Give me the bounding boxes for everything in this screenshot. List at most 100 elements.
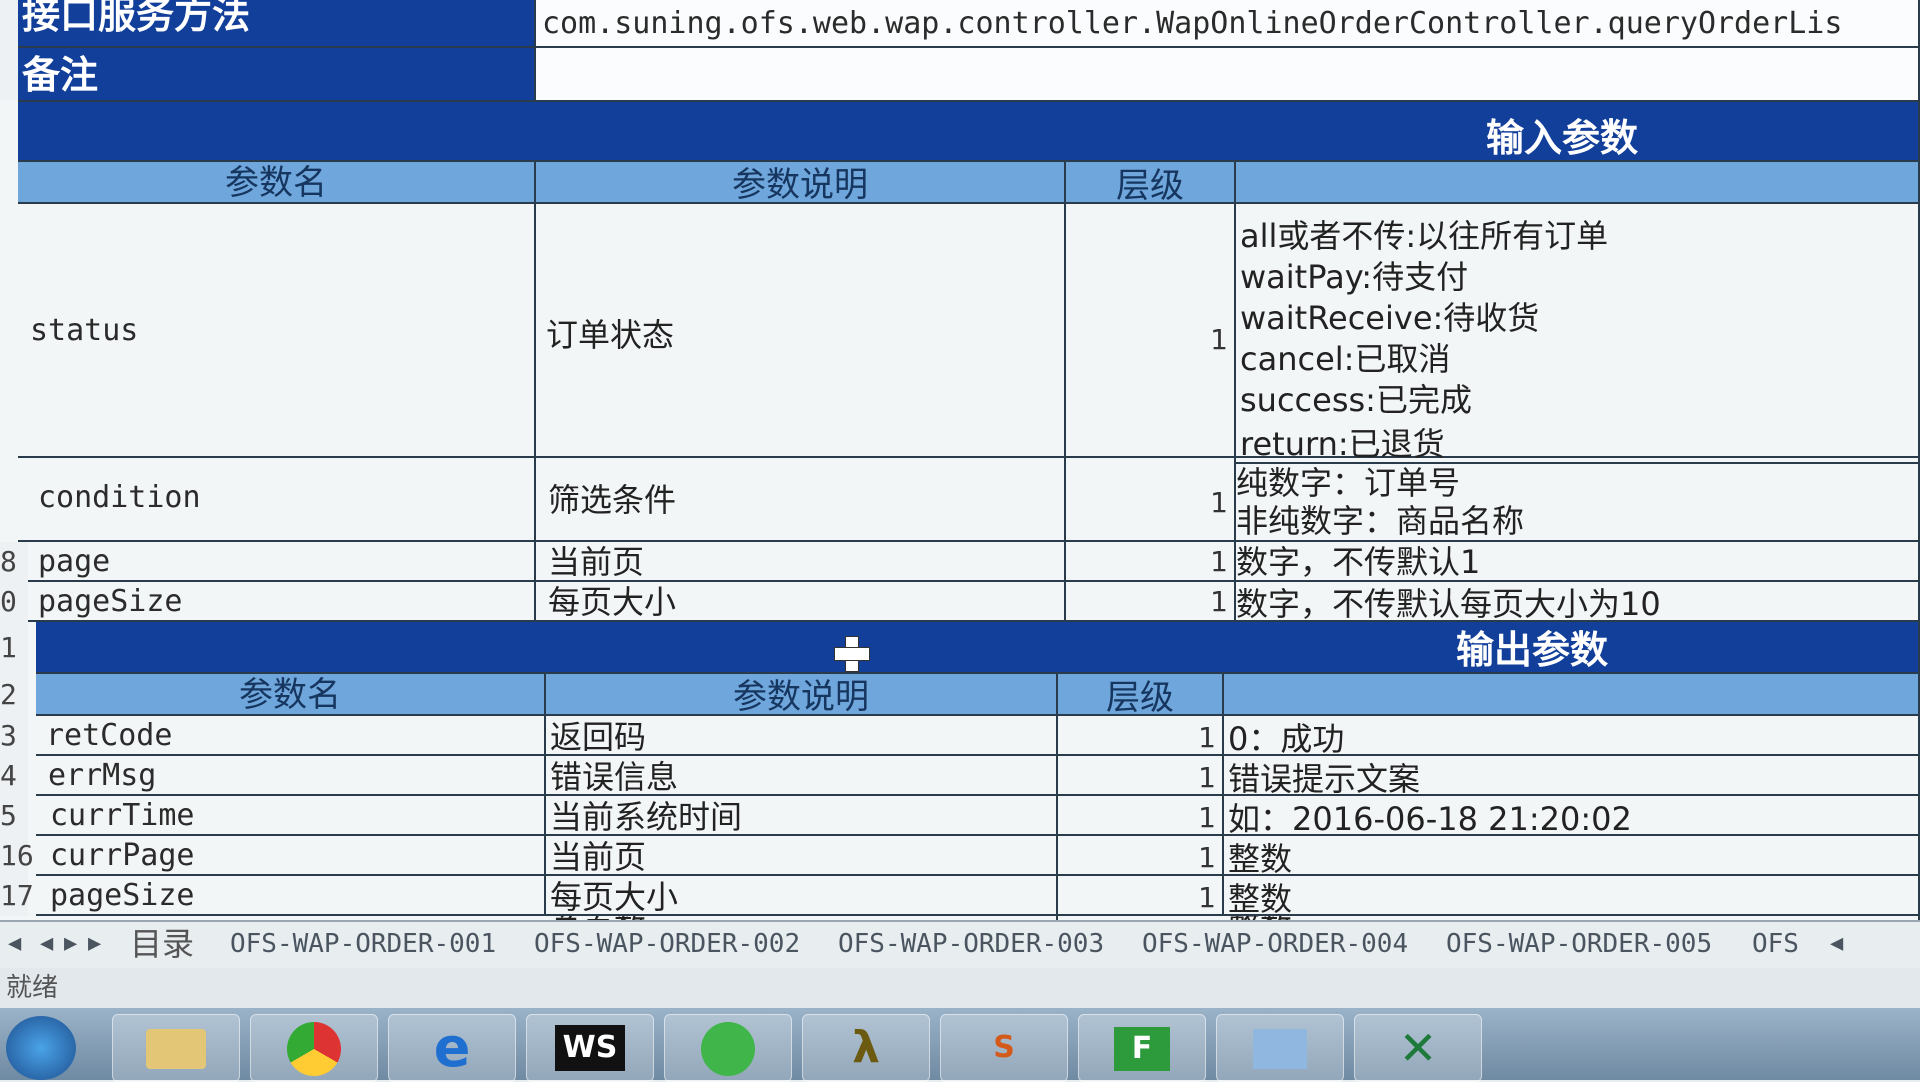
note-line: waitPay:待支付 [1240, 258, 1469, 296]
output-section-title: 输出参数 [1455, 628, 1608, 672]
table-row-desc[interactable]: 错误信息 [546, 756, 1058, 796]
row-number[interactable]: 0 [0, 582, 28, 622]
header-text: 层级 [1116, 166, 1184, 204]
tab-ofs-wap-order-005[interactable]: OFS-WAP-ORDER-005 [1446, 922, 1712, 966]
output-section-title-cell[interactable]: 输出参数 [36, 622, 1920, 674]
table-row-desc[interactable]: 当前页 [536, 542, 1066, 582]
table-row-desc[interactable]: 筛选条件 [536, 458, 1066, 542]
table-row-name[interactable]: currPage [36, 836, 546, 876]
table-row-name[interactable]: status [18, 204, 536, 458]
remark-label-cell[interactable]: 备注 [18, 48, 536, 102]
row-number[interactable]: 5 [0, 796, 28, 836]
header-text: 参数名 [239, 675, 341, 715]
param-desc: 每页大小 [548, 583, 677, 621]
output-header-level[interactable]: 层级 [1058, 674, 1224, 716]
input-header-name[interactable]: 参数名 [18, 162, 536, 204]
table-row-desc[interactable]: 当前系统时间 [546, 796, 1058, 836]
table-row-note[interactable]: 错误提示文案 [1224, 756, 1920, 796]
row-number[interactable]: 2 [0, 674, 28, 716]
green-app-icon[interactable] [664, 1014, 792, 1082]
table-row-note[interactable]: 纯数字：订单号 非纯数字：商品名称 [1236, 464, 1920, 542]
param-name: currPage [50, 838, 195, 873]
input-section-title-cell[interactable]: 输入参数 [18, 102, 1920, 162]
table-row-name[interactable]: pageSize [36, 876, 546, 916]
table-row-level[interactable]: 1 [1058, 836, 1224, 876]
output-header-name[interactable]: 参数名 [36, 674, 546, 716]
tab-ofs-wap-order-002[interactable]: OFS-WAP-ORDER-002 [534, 922, 800, 966]
table-row-note[interactable]: 整数 [1224, 876, 1920, 916]
spreadsheet[interactable]: 接口服务方法 com.suning.ofs.web.wap.controller… [0, 0, 1920, 955]
table-row-desc[interactable]: 每页大小 [546, 876, 1058, 916]
table-row-level[interactable]: 1 [1066, 458, 1236, 542]
table-row-level[interactable]: 1 [1058, 796, 1224, 836]
tab-ofs-more[interactable]: OFS [1752, 922, 1799, 966]
excel-icon[interactable]: ✕ [1354, 1014, 1482, 1082]
table-row-name[interactable]: pageSize [28, 582, 536, 622]
tab-scroll-next-icon[interactable]: ▶ [64, 922, 77, 966]
tab-scroll-first-icon[interactable]: ◀ [8, 922, 21, 966]
table-row-desc[interactable]: 每页大小 [536, 582, 1066, 622]
table-row-level[interactable]: 1 [1058, 876, 1224, 916]
table-row-level[interactable]: 1 [1066, 582, 1236, 622]
table-row-name[interactable]: page [28, 542, 536, 582]
row-number[interactable]: 16 [0, 836, 34, 876]
input-header-desc[interactable]: 参数说明 [536, 162, 1066, 204]
param-name: condition [38, 480, 201, 515]
remark-value-cell[interactable] [536, 48, 1920, 102]
param-name: retCode [46, 718, 173, 753]
tab-ofs-wap-order-003[interactable]: OFS-WAP-ORDER-003 [838, 922, 1104, 966]
param-name: currTime [50, 798, 195, 833]
table-row-note[interactable]: all或者不传:以往所有订单 waitPay:待支付 waitReceive:待… [1236, 204, 1920, 458]
table-row-note[interactable]: 整数 [1224, 836, 1920, 876]
remark-label: 备注 [22, 53, 99, 97]
row-number[interactable]: 4 [0, 756, 28, 796]
table-row-level[interactable]: 1 [1058, 716, 1224, 756]
method-value-cell[interactable]: com.suning.ofs.web.wap.controller.WapOnl… [536, 0, 1920, 48]
tab-ofs-wap-order-004[interactable]: OFS-WAP-ORDER-004 [1142, 922, 1408, 966]
table-row-note[interactable]: 如：2016-06-18 21:20:02 [1224, 796, 1920, 836]
tab-catalog[interactable]: 目录 [130, 922, 194, 966]
table-row-desc[interactable]: 返回码 [546, 716, 1058, 756]
row-number[interactable]: 8 [0, 542, 28, 582]
file-explorer-icon[interactable] [112, 1014, 240, 1082]
method-label-cell[interactable]: 接口服务方法 [18, 0, 536, 48]
green-f-icon[interactable]: F [1078, 1014, 1206, 1082]
row-number[interactable]: 1 [0, 622, 28, 674]
row-number[interactable]: 3 [0, 716, 28, 756]
header-text: 参数名 [225, 163, 327, 203]
sublime-icon[interactable]: S [940, 1014, 1068, 1082]
output-header-note[interactable] [1224, 674, 1920, 716]
table-row-level[interactable]: 1 [1058, 756, 1224, 796]
param-desc: 当前系统时间 [550, 798, 743, 836]
table-row-note-last-line[interactable]: return:已退货 [1236, 424, 1920, 464]
note-line: 数字，不传默认1 [1236, 543, 1481, 581]
input-header-level[interactable]: 层级 [1066, 162, 1236, 204]
table-row-note[interactable]: 0：成功 [1224, 716, 1920, 756]
input-header-note[interactable] [1236, 162, 1920, 204]
table-row-name[interactable]: retCode [36, 716, 546, 756]
table-row-note[interactable]: 数字，不传默认1 [1236, 542, 1920, 582]
table-row-desc[interactable]: 订单状态 [536, 204, 1066, 458]
table-row-name[interactable]: errMsg [36, 756, 546, 796]
blue-app-icon[interactable] [1216, 1014, 1344, 1082]
lambda-app-icon[interactable]: λ [802, 1014, 930, 1082]
table-row-desc[interactable]: 当前页 [546, 836, 1058, 876]
table-row-level[interactable]: 1 [1066, 542, 1236, 582]
table-row-level[interactable]: 1 [1066, 204, 1236, 458]
chrome-icon[interactable] [250, 1014, 378, 1082]
table-row-note[interactable]: 数字，不传默认每页大小为10 [1236, 582, 1920, 622]
note-line: cancel:已取消 [1240, 340, 1451, 378]
ie-icon[interactable]: e [388, 1014, 516, 1082]
tab-ofs-wap-order-001[interactable]: OFS-WAP-ORDER-001 [230, 922, 496, 966]
tab-scroll-last-icon[interactable]: ▶ [88, 922, 101, 966]
windows-start-icon[interactable] [6, 1016, 76, 1080]
webstorm-icon[interactable]: WS [526, 1014, 654, 1082]
param-name: errMsg [48, 758, 157, 793]
tab-scroll-prev-icon[interactable]: ◀ [40, 922, 53, 966]
table-row-name[interactable]: currTime [36, 796, 546, 836]
output-header-desc[interactable]: 参数说明 [546, 674, 1058, 716]
horizontal-scroll-left-icon[interactable]: ◀ [1830, 922, 1843, 966]
table-row-name[interactable]: condition [18, 458, 536, 542]
param-desc: 当前页 [550, 838, 647, 876]
row-number[interactable]: 17 [0, 876, 34, 916]
